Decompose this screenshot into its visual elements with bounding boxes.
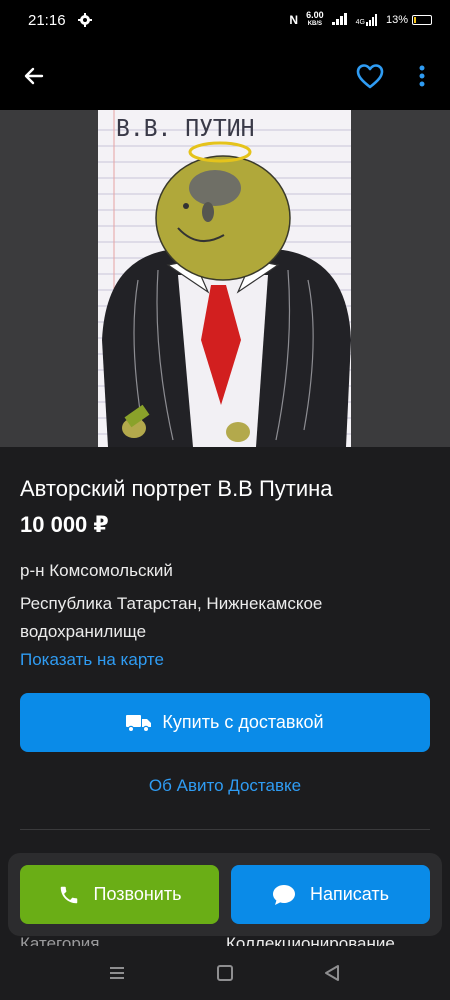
system-nav-bar	[0, 946, 450, 1000]
about-delivery-link[interactable]: Об Авито Доставке	[0, 776, 450, 796]
signal-icon	[331, 12, 348, 28]
more-vertical-icon	[419, 65, 425, 87]
listing-price: 10 000 ₽	[20, 512, 109, 537]
net-speed-unit: KB/S	[307, 21, 323, 27]
buy-with-delivery-button[interactable]: Купить с доставкой	[20, 693, 430, 752]
truck-icon	[126, 714, 152, 732]
gear-icon	[77, 13, 92, 27]
net-speed: 6.00 KB/S	[306, 11, 324, 29]
listing-photo[interactable]: В.В. ПУТИН	[98, 110, 351, 447]
network-type-label: 4G	[355, 19, 365, 26]
divider	[20, 829, 430, 830]
more-options-button[interactable]	[412, 60, 432, 92]
app-bar	[0, 40, 450, 110]
status-bar: 21:16 N 6.00 KB/S 4G 13%	[0, 0, 450, 40]
show-on-map-link[interactable]: Показать на карте	[20, 650, 164, 670]
call-button-label: Позвонить	[93, 884, 182, 904]
chat-bubble-icon	[272, 884, 295, 905]
status-time: 21:16	[28, 11, 66, 29]
contact-action-panel: Позвонить Написать	[8, 853, 442, 936]
listing-title: Авторский портрет В.В Путина	[20, 476, 333, 501]
listing-region: Республика Татарстан, Нижнекамское водох…	[20, 594, 323, 641]
message-button[interactable]: Написать	[231, 865, 430, 924]
battery-icon	[412, 15, 432, 25]
photo-gallery[interactable]: В.В. ПУТИН	[0, 110, 450, 447]
net-speed-value: 6.00	[306, 10, 324, 20]
status-indicators: N 6.00 KB/S 4G 13%	[289, 11, 432, 29]
phone-icon	[60, 886, 77, 903]
favorite-button[interactable]	[354, 60, 386, 92]
battery: 13%	[386, 14, 432, 26]
battery-percent: 13%	[385, 14, 408, 26]
message-button-label: Написать	[309, 884, 390, 904]
heart-outline-icon	[356, 64, 384, 89]
back-button[interactable]	[18, 60, 50, 92]
buy-button-label: Купить с доставкой	[162, 712, 324, 732]
square-home-icon[interactable]	[217, 965, 233, 981]
call-button[interactable]: Позвонить	[20, 865, 219, 924]
photo-caption: В.В. ПУТИН	[116, 116, 254, 142]
arrow-left-icon	[24, 67, 44, 85]
battery-fill	[414, 17, 416, 23]
triangle-back-icon[interactable]	[323, 964, 341, 982]
network-type: 4G	[356, 14, 378, 26]
menu-icon[interactable]	[108, 964, 126, 982]
listing-district: р-н Комсомольский	[20, 561, 173, 580]
nfc-icon: N	[289, 13, 299, 27]
